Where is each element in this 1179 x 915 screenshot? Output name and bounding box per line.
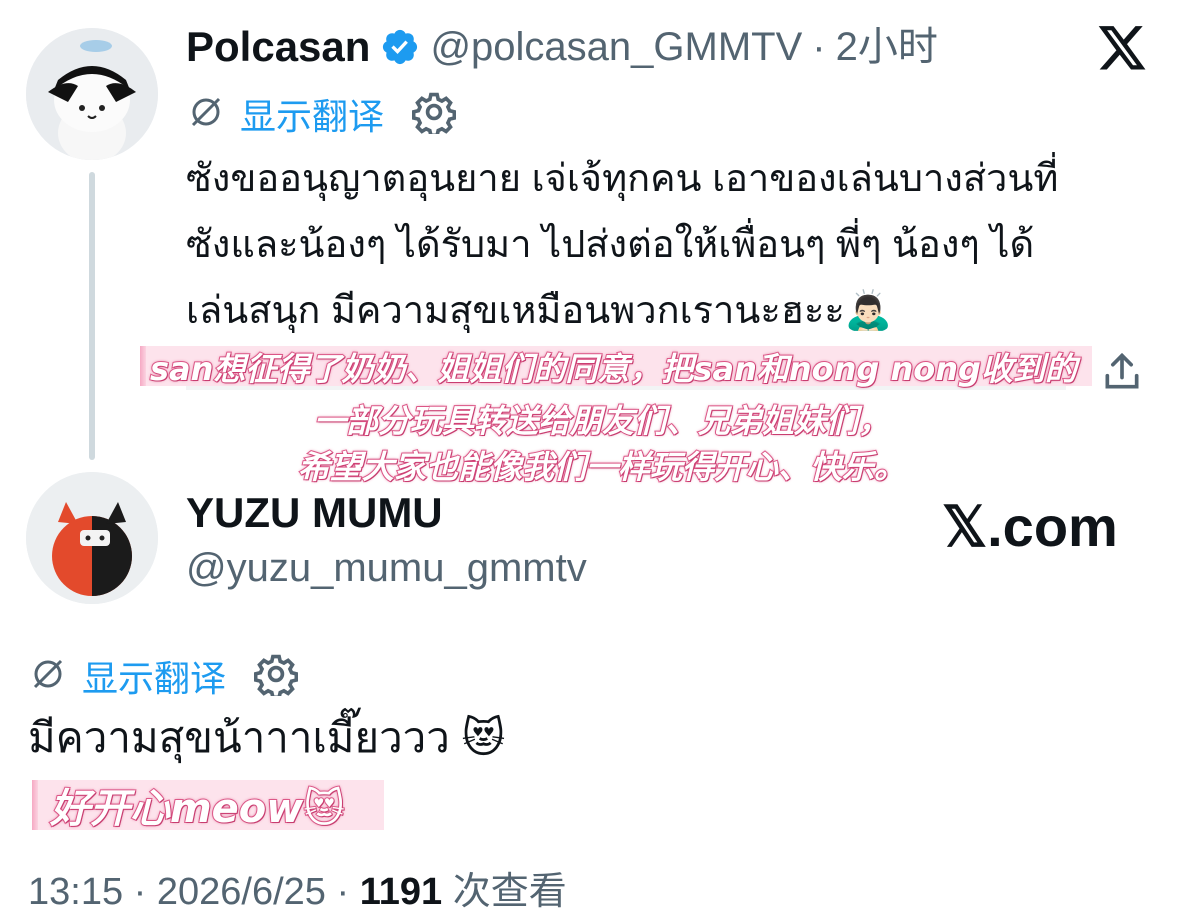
view-count: 1191 <box>359 871 443 913</box>
tweet1-text-line-3: เล่นสนุก มีความสุขเหมือนพวกเรานะฮะะ <box>186 290 845 332</box>
avatar-yuzu-mumu[interactable] <box>26 472 158 604</box>
tweet-meta-footer: 13:15 · 2026/6/25 · 1191 次查看 <box>28 860 567 915</box>
thread-connector-line <box>89 172 95 460</box>
time-ago[interactable]: 2小时 <box>836 27 938 67</box>
author-name[interactable]: Polcasan <box>186 26 370 68</box>
bowing-emoji: 🙇🏻‍♂️ <box>844 290 893 332</box>
separator: · <box>336 871 350 913</box>
tweet1-text-line: เล่นสนุก มีความสุขเหมือนพวกเรานะฮะะ🙇🏻‍♂️ <box>186 278 1058 344</box>
verified-badge-icon <box>380 27 420 67</box>
tweet1-text-line: ซังและน้องๆ ได้รับมา ไปส่งต่อให้เพื่อนๆ … <box>186 224 1035 266</box>
translate-icon[interactable] <box>186 92 226 137</box>
subtitle-line-1: san想征得了奶奶、姐姐们的同意，把san和nong nong收到的 <box>149 349 1078 389</box>
tweet2-translate-row: 显示翻译 <box>28 650 299 702</box>
tweet1-text: ซังขออนุญาตอุนยาย เจ่เจ้ทุกคน เอาของเล่น… <box>186 146 1058 344</box>
gear-icon[interactable] <box>253 652 299 701</box>
separator: · <box>812 25 826 69</box>
tweet2-text: มีความสุขน้าาาเมี๊ยววว 😻 <box>28 708 505 768</box>
view-label: 次查看 <box>452 871 567 913</box>
heart-eyes-cat-emoji: 😻 <box>461 714 506 761</box>
translate-icon[interactable] <box>28 654 68 699</box>
gear-icon[interactable] <box>411 90 457 139</box>
show-translation-link[interactable]: 显示翻译 <box>82 650 226 702</box>
subtitle-line-2: 一部分玩具转送给朋友们、兄弟姐妹们， <box>313 401 891 441</box>
post-time[interactable]: 13:15 <box>28 871 123 913</box>
avatar-polcasan[interactable] <box>26 28 158 160</box>
author-name[interactable]: YUZU MUMU <box>186 492 443 534</box>
x-com-watermark: 𝕏.com <box>942 495 1118 558</box>
subtitle-tweet2: 好开心meow😻 <box>49 785 346 833</box>
tweet2-text-body: มีความสุขน้าาาเมี๊ยววว <box>28 714 450 761</box>
separator: · <box>133 871 147 913</box>
tweet1-text-line: ซังขออนุญาตอุนยาย เจ่เจ้ทุกคน เอาของเล่น… <box>186 158 1059 200</box>
author-handle[interactable]: @polcasan_GMMTV <box>430 27 802 67</box>
x-logo-icon[interactable] <box>1096 26 1148 74</box>
post-date[interactable]: 2026/6/25 <box>157 871 326 913</box>
share-icon[interactable] <box>1100 350 1144 399</box>
tweet1-translate-row: 显示翻译 <box>186 88 457 140</box>
author-handle[interactable]: @yuzu_mumu_gmmtv <box>186 548 587 588</box>
show-translation-link[interactable]: 显示翻译 <box>240 88 384 140</box>
tweet1-header: Polcasan @polcasan_GMMTV · 2小时 <box>186 26 938 68</box>
subtitle-line-3: 希望大家也能像我们一样玩得开心、快乐。 <box>297 447 907 487</box>
